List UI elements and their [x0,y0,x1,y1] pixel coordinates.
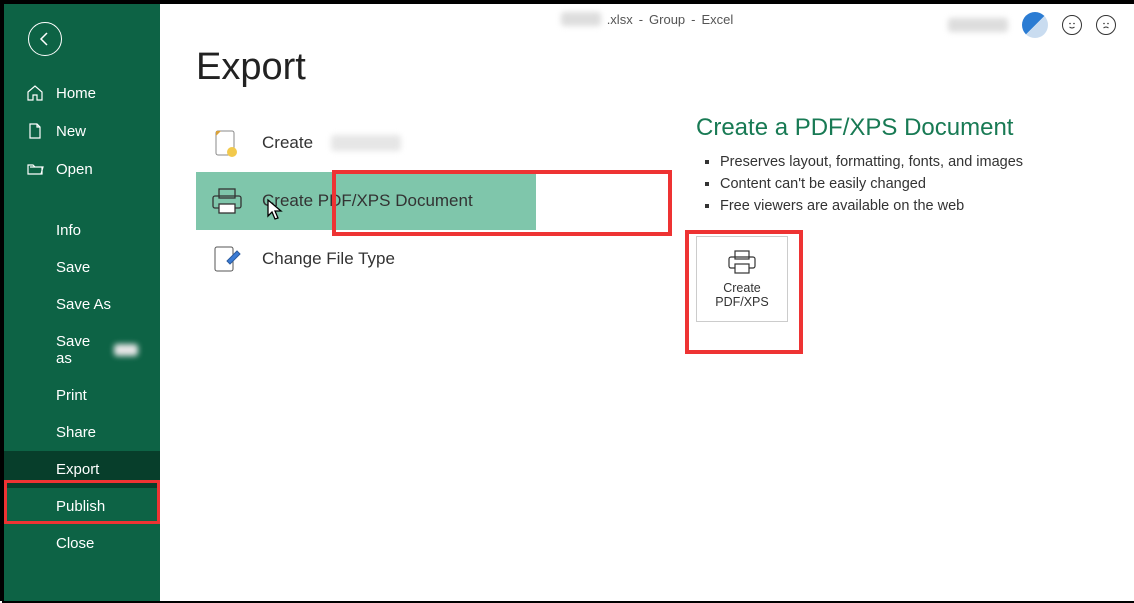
nav-new[interactable]: New [4,112,160,150]
page-title: Export [196,46,306,89]
nav-label: Info [56,222,81,239]
back-button[interactable] [28,22,62,56]
bullet-item: Free viewers are available on the web [720,198,1134,214]
create-pdf-xps-button[interactable]: Create PDF/XPS [696,236,788,322]
file-suffix: .xlsx [607,12,633,27]
nav-home[interactable]: Home [4,74,160,112]
bullet-item: Content can't be easily changed [720,176,1134,192]
title-right [948,12,1116,38]
title-group: Group [649,12,685,27]
nav-info[interactable]: Info [4,212,160,249]
separator: - [639,12,643,27]
detail-bullets: Preserves layout, formatting, fonts, and… [696,154,1134,214]
nav-save[interactable]: Save [4,249,160,286]
blurred-username [948,18,1008,32]
title-app: Excel [702,12,734,27]
option-label: Change File Type [262,249,395,269]
title-text: .xlsx - Group - Excel [561,12,734,27]
nav-close[interactable]: Close [4,525,160,562]
nav-label: Home [56,85,96,102]
detail-title: Create a PDF/XPS Document [696,114,1134,142]
export-options: Create Create PDF/XPS Document Change Fi… [196,114,536,288]
button-line: PDF/XPS [715,295,769,309]
bullet-item: Preserves layout, formatting, fonts, and… [720,154,1134,170]
blurred-text [331,135,401,151]
nav-label: New [56,123,86,140]
button-text: Create PDF/XPS [715,281,769,309]
nav-publish[interactable]: Publish [4,488,160,525]
document-icon [210,128,244,158]
home-icon [26,84,44,102]
titlebar: .xlsx - Group - Excel [160,4,1134,34]
smiley-icon[interactable] [1062,15,1082,35]
frown-icon[interactable] [1096,15,1116,35]
change-file-type-icon [210,244,244,274]
nav-save-as[interactable]: Save As [4,286,160,323]
backstage-sidebar: Home New Open Info Save Save As Save as … [4,4,160,601]
arrow-left-icon [37,31,53,47]
nav-label: Save [56,259,90,276]
nav-save-as-2[interactable]: Save as [4,323,160,377]
nav-label: Publish [56,498,105,515]
nav-share[interactable]: Share [4,414,160,451]
printer-icon [727,249,757,275]
blurred-filename [561,12,601,26]
export-create-pdf-option[interactable]: Create PDF/XPS Document [196,172,536,230]
nav-label: Export [56,461,99,478]
folder-open-icon [26,160,44,178]
separator: - [691,12,695,27]
button-line: Create [715,281,769,295]
new-file-icon [26,122,44,140]
export-create-option[interactable]: Create [196,114,536,172]
nav-label: Open [56,161,93,178]
export-change-file-type-option[interactable]: Change File Type [196,230,536,288]
printer-icon [210,186,244,216]
nav-open[interactable]: Open [4,150,160,188]
nav-label: Save as [56,333,98,367]
nav-label: Print [56,387,87,404]
detail-pane: Create a PDF/XPS Document Preserves layo… [696,114,1134,322]
blurred-text [114,344,138,356]
nav-label: Share [56,424,96,441]
nav-print[interactable]: Print [4,377,160,414]
nav-export[interactable]: Export [4,451,160,488]
option-label: Create [262,133,313,153]
nav-label: Save As [56,296,111,313]
option-label: Create PDF/XPS Document [262,191,473,211]
nav-label: Close [56,535,94,552]
avatar[interactable] [1022,12,1048,38]
content-area: .xlsx - Group - Excel Export Create [160,4,1134,601]
